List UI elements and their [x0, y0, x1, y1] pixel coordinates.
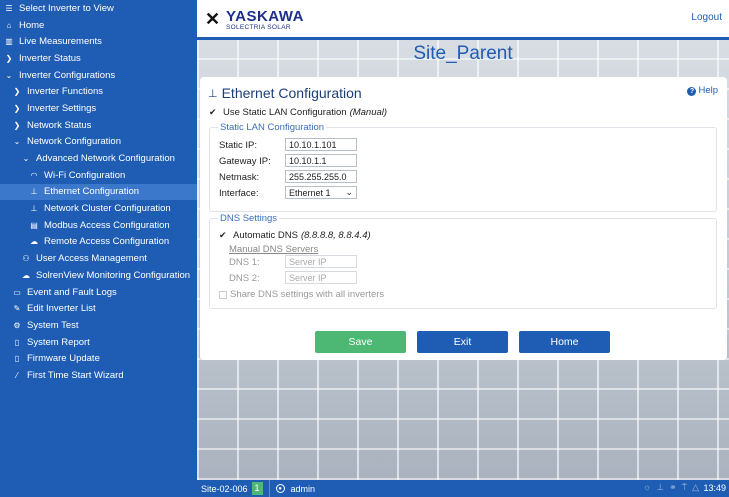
chevron-down-icon: ⌄	[345, 187, 353, 197]
sidebar-item-system-report[interactable]: ▯ System Report	[0, 334, 197, 351]
edit-icon: ✎	[13, 304, 21, 314]
dns1-input[interactable]: Server IP	[285, 255, 357, 268]
footer-divider	[268, 480, 270, 497]
sidebar-item-inverter-settings[interactable]: ❯ Inverter Settings	[0, 100, 197, 117]
dns1-label: DNS 1:	[229, 257, 260, 268]
sidebar-item-ethernet-configuration[interactable]: ⊥ Ethernet Configuration	[0, 183, 197, 201]
dns2-label: DNS 2:	[229, 273, 260, 284]
file-icon: ▯	[14, 354, 20, 364]
sidebar-item-network-cluster-configuration[interactable]: ⊥ Network Cluster Configuration	[0, 200, 197, 217]
sidebar-item-home[interactable]: ⌂ Home	[0, 17, 197, 34]
home-button[interactable]: Home	[519, 331, 610, 353]
sidebar-item-wifi-configuration[interactable]: ◠ Wi-Fi Configuration	[0, 167, 197, 184]
sidebar-item-solrenview-monitoring-configuration[interactable]: ☁ SolrenView Monitoring Configuration	[0, 267, 197, 284]
top-header: ✕ YASKAWA SOLECTRIA SOLAR Logout	[197, 0, 729, 40]
sidebar-item-select-inverter[interactable]: ☰ Select Inverter to View	[0, 0, 197, 17]
save-button[interactable]: Save	[315, 331, 406, 353]
static-lan-legend: Static LAN Configuration	[218, 122, 327, 133]
sidebar-item-first-time-start-wizard[interactable]: ⁄ First Time Start Wizard	[0, 367, 197, 384]
network-icon: ⊥	[656, 482, 665, 492]
manual-dns-heading: Manual DNS Servers	[229, 244, 319, 255]
sitemap-icon: ⊥	[208, 87, 218, 100]
sidebar-item-user-access-management[interactable]: ⚇ User Access Management	[0, 250, 197, 267]
sidebar-item-advanced-network-configuration[interactable]: ⌄ Advanced Network Configuration	[0, 150, 197, 167]
link-icon: ⚭	[669, 482, 677, 492]
home-icon: ⌂	[6, 20, 12, 30]
automatic-dns-row: ✔ Automatic DNS (8.8.8.8, 8.8.4.4)	[219, 230, 371, 241]
sidebar-item-remote-access-configuration[interactable]: ☁ Remote Access Configuration	[0, 234, 197, 251]
static-ip-input[interactable]: 10.10.1.101	[285, 138, 357, 151]
chevron-down-icon: ⌄	[5, 70, 13, 80]
gateway-ip-input[interactable]: 10.10.1.1	[285, 154, 357, 167]
sidebar-item-network-configuration[interactable]: ⌄ Network Configuration	[0, 134, 197, 151]
question-icon: ?	[687, 87, 697, 96]
sidebar-item-firmware-update[interactable]: ▯ Firmware Update	[0, 350, 197, 367]
status-bar: Site-02-006 1 ● admin ☼ ⊥ ⚭ ⍑ △ 13:49	[197, 480, 729, 497]
sun-icon: ☼	[643, 482, 652, 492]
ethernet-config-panel: ⊥ Ethernet Configuration ? Help ✔ Use Sta…	[200, 77, 727, 360]
yaskawa-logo: YASKAWA SOLECTRIA SOLAR	[226, 8, 304, 31]
logout-link[interactable]: Logout	[691, 12, 722, 23]
cloud-icon: ☁	[22, 270, 30, 280]
antenna-icon: ⍑	[681, 482, 688, 492]
sidebar-item-edit-inverter-list[interactable]: ✎ Edit Inverter List	[0, 300, 197, 317]
sidebar: ☰ Select Inverter to View ⌂ Home ▥ Live Mea…	[0, 0, 197, 497]
sidebar-item-inverter-status[interactable]: ❯ Inverter Status	[0, 50, 197, 67]
user-info: ● admin	[275, 484, 315, 494]
document-icon: ▭	[13, 287, 21, 297]
panel-title: ⊥ Ethernet Configuration	[208, 85, 362, 101]
interface-select[interactable]: Ethernet 1 ⌄	[285, 186, 357, 199]
users-icon: ⚇	[22, 254, 30, 264]
dns2-input[interactable]: Server IP	[285, 271, 357, 284]
interface-label: Interface:	[219, 188, 259, 199]
share-dns-row: Share DNS settings with all inverters	[219, 289, 384, 300]
sidebar-item-modbus-access-configuration[interactable]: ▤ Modbus Access Configuration	[0, 217, 197, 234]
static-ip-label: Static IP:	[219, 140, 258, 151]
user-icon: ●	[275, 484, 285, 493]
sidebar-item-event-fault-logs[interactable]: ▭ Event and Fault Logs	[0, 284, 197, 301]
sidebar-item-live-measurements[interactable]: ▥ Live Measurements	[0, 33, 197, 50]
chevron-down-icon: ⌄	[22, 154, 30, 164]
file-icon: ▯	[14, 337, 20, 347]
close-icon[interactable]: ✕	[205, 9, 220, 30]
status-icons: ☼ ⊥ ⚭ ⍑ △	[643, 482, 699, 493]
dns-settings-legend: DNS Settings	[218, 213, 280, 224]
exit-button[interactable]: Exit	[417, 331, 508, 353]
share-dns-checkbox[interactable]	[219, 290, 227, 299]
chevron-right-icon: ❯	[13, 103, 21, 113]
gateway-ip-label: Gateway IP:	[219, 156, 271, 167]
sidebar-item-inverter-configurations[interactable]: ⌄ Inverter Configurations	[0, 67, 197, 84]
cloud-icon: ☁	[30, 237, 38, 247]
sidebar-item-system-test[interactable]: ⚙ System Test	[0, 317, 197, 334]
sidebar-item-inverter-functions[interactable]: ❯ Inverter Functions	[0, 83, 197, 100]
netmask-label: Netmask:	[219, 172, 260, 183]
list-icon: ☰	[5, 3, 13, 13]
netmask-input[interactable]: 255.255.255.0	[285, 170, 357, 183]
chevron-down-icon: ⌄	[13, 137, 21, 147]
gears-icon: ⚙	[13, 320, 21, 330]
sitemap-icon: ⊥	[30, 204, 38, 214]
server-icon: ▤	[30, 220, 38, 230]
inverter-count-badge: 1	[251, 482, 263, 495]
automatic-dns-checkbox[interactable]: ✔	[219, 230, 229, 241]
clock: 13:49	[703, 483, 726, 493]
sitemap-icon: ⊥	[30, 187, 38, 197]
wifi-icon: ◠	[30, 170, 38, 180]
chart-icon: ▥	[5, 37, 13, 47]
wand-icon: ⁄	[16, 370, 18, 380]
site-id: Site-02-006 1	[197, 482, 263, 495]
help-link[interactable]: ? Help	[687, 85, 718, 96]
site-title: Site_Parent	[413, 43, 513, 64]
sidebar-item-network-status[interactable]: ❯ Network Status	[0, 117, 197, 134]
chevron-right-icon: ❯	[13, 120, 21, 130]
use-static-checkbox[interactable]: ✔	[209, 107, 219, 118]
chevron-right-icon: ❯	[13, 87, 21, 97]
chevron-right-icon: ❯	[5, 53, 13, 63]
use-static-row: ✔ Use Static LAN Configuration (Manual)	[209, 107, 388, 118]
warning-icon: △	[692, 482, 699, 492]
